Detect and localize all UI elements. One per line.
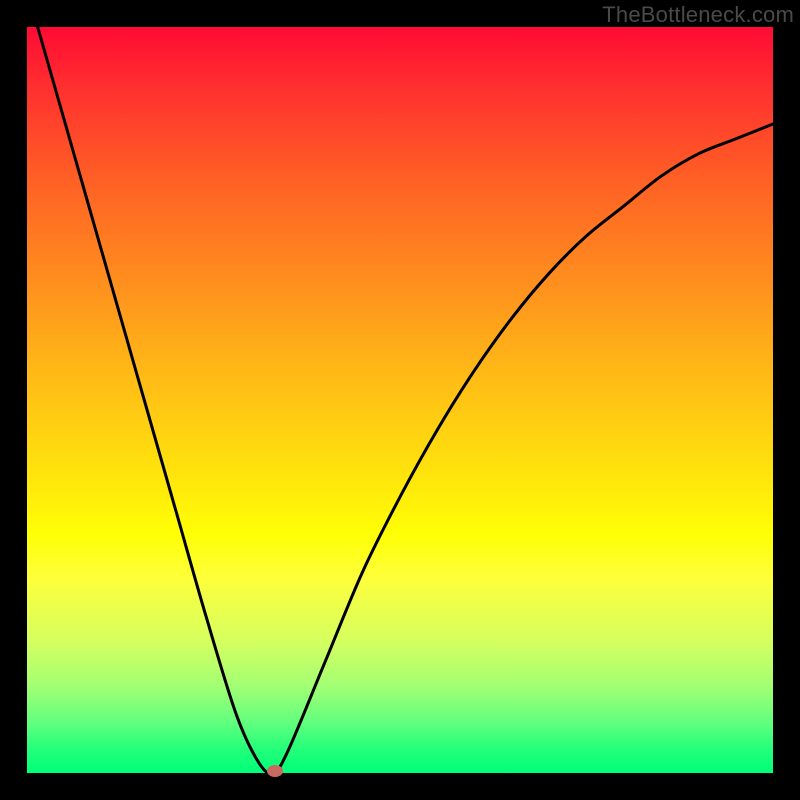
- curve-svg: [27, 27, 773, 773]
- watermark-text: TheBottleneck.com: [602, 2, 794, 28]
- plot-area: [27, 27, 773, 773]
- bottleneck-curve: [27, 0, 773, 774]
- minimum-marker: [267, 765, 283, 777]
